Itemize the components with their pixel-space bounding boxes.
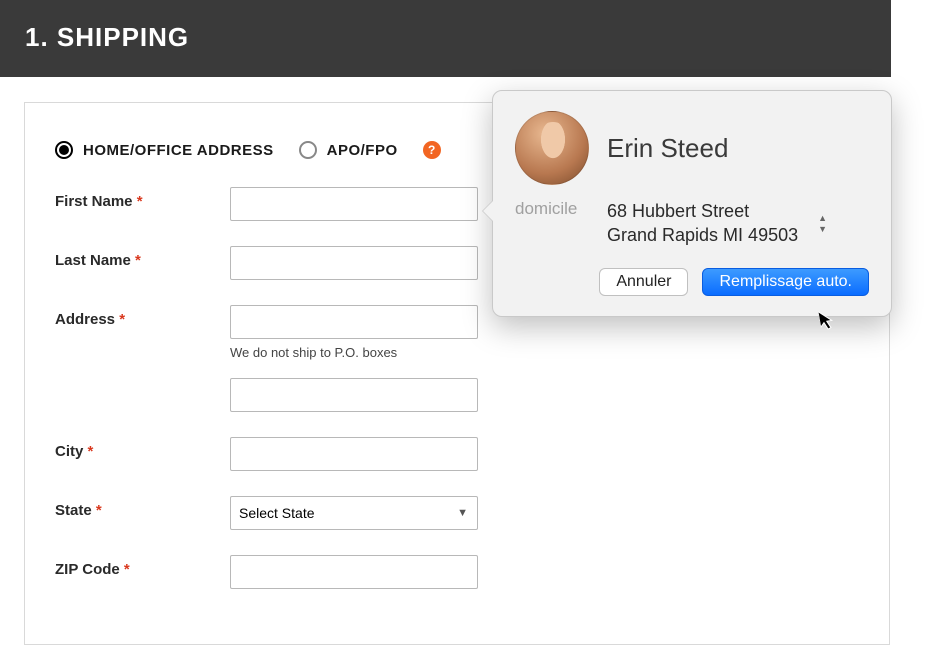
row-zip: ZIP Code * bbox=[55, 555, 859, 589]
header-title: 1. SHIPPING bbox=[25, 22, 189, 52]
help-icon[interactable]: ? bbox=[423, 141, 441, 159]
label-address: Address * bbox=[55, 305, 230, 328]
chevron-down-icon: ▼ bbox=[818, 224, 827, 234]
state-select-wrap[interactable]: Select State ▼ bbox=[230, 496, 478, 530]
city-input[interactable] bbox=[230, 437, 478, 471]
address2-input[interactable] bbox=[230, 378, 478, 412]
radio-apo-fpo-label: APO/FPO bbox=[327, 142, 398, 159]
zip-input[interactable] bbox=[230, 555, 478, 589]
radio-apo-fpo[interactable]: APO/FPO bbox=[299, 141, 398, 159]
first-name-input[interactable] bbox=[230, 187, 478, 221]
autofill-popover: Erin Steed domicile 68 Hubbert Street Gr… bbox=[492, 90, 892, 317]
row-state: State * Select State ▼ bbox=[55, 496, 859, 530]
address-hint: We do not ship to P.O. boxes bbox=[230, 345, 478, 360]
radio-home-office-control[interactable] bbox=[55, 141, 73, 159]
label-state: State * bbox=[55, 496, 230, 519]
shipping-header: 1. SHIPPING bbox=[0, 0, 891, 77]
chevron-up-icon: ▲ bbox=[818, 213, 827, 223]
label-zip: ZIP Code * bbox=[55, 555, 230, 578]
radio-home-office-label: HOME/OFFICE ADDRESS bbox=[83, 142, 274, 159]
address-input[interactable] bbox=[230, 305, 478, 339]
radio-home-office[interactable]: HOME/OFFICE ADDRESS bbox=[55, 141, 274, 159]
radio-apo-fpo-control[interactable] bbox=[299, 141, 317, 159]
address-type-label: domicile bbox=[515, 199, 595, 219]
address-line2: Grand Rapids MI 49503 bbox=[607, 223, 798, 247]
contact-avatar bbox=[515, 111, 589, 185]
state-select[interactable]: Select State bbox=[230, 496, 478, 530]
cancel-button[interactable]: Annuler bbox=[599, 268, 688, 296]
address-line1: 68 Hubbert Street bbox=[607, 199, 798, 223]
address-stepper[interactable]: ▲ ▼ bbox=[818, 213, 827, 234]
autofill-button[interactable]: Remplissage auto. bbox=[702, 268, 869, 296]
contact-name: Erin Steed bbox=[607, 133, 728, 164]
last-name-input[interactable] bbox=[230, 246, 478, 280]
row-address: Address * We do not ship to P.O. boxes bbox=[55, 305, 859, 412]
address-lines: 68 Hubbert Street Grand Rapids MI 49503 bbox=[607, 199, 798, 248]
label-last-name: Last Name * bbox=[55, 246, 230, 269]
label-first-name: First Name * bbox=[55, 187, 230, 210]
label-city: City * bbox=[55, 437, 230, 460]
row-city: City * bbox=[55, 437, 859, 471]
